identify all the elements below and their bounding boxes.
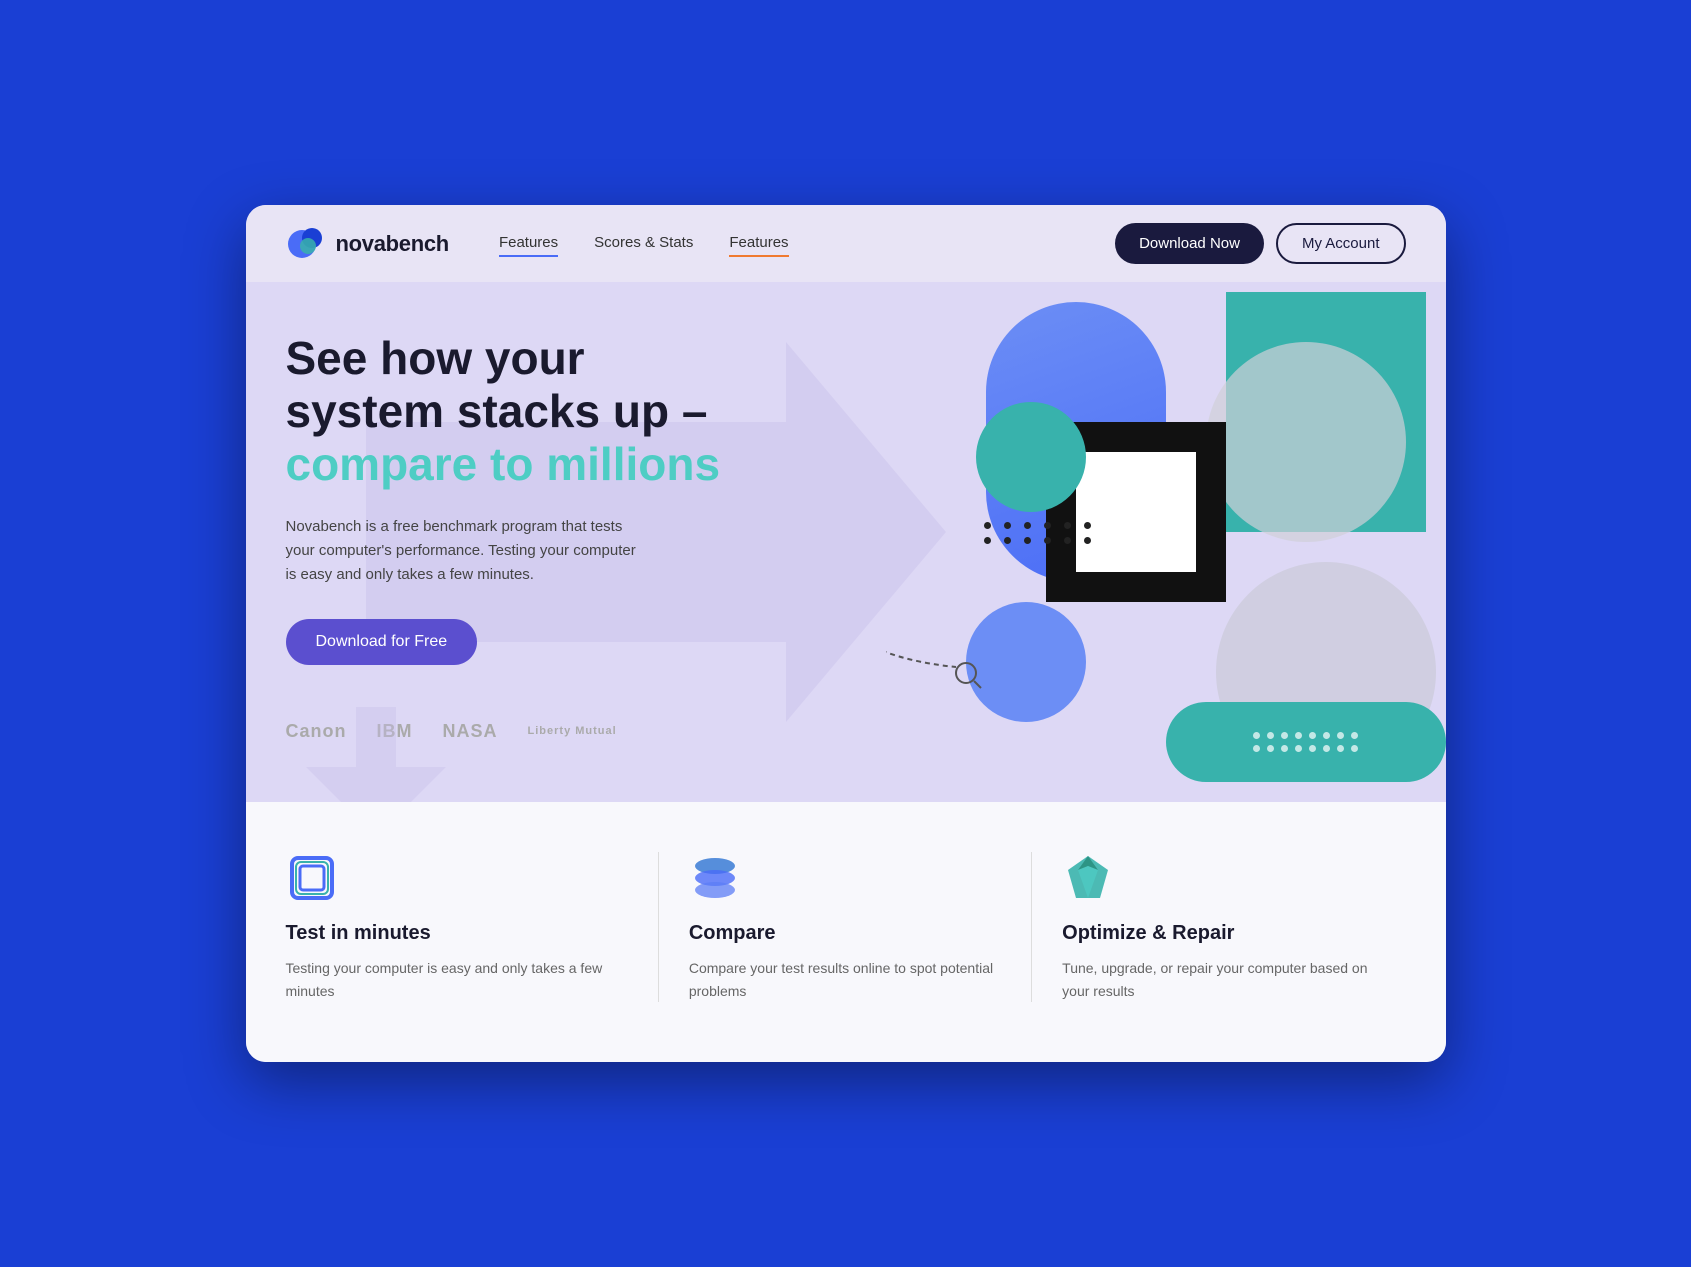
nav-link-scores[interactable]: Scores & Stats	[594, 234, 693, 254]
download-now-button[interactable]: Download Now	[1115, 223, 1264, 264]
hero-description: Novabench is a free benchmark program th…	[286, 515, 646, 587]
arrow-down-decoration	[306, 707, 446, 802]
gray-circle	[1206, 342, 1406, 542]
teal-pill	[1166, 702, 1446, 782]
hero-highlight: compare to millions	[286, 438, 786, 491]
navbar: novabench Features Scores & Stats Featur…	[246, 205, 1446, 282]
nav-buttons: Download Now My Account	[1115, 223, 1405, 264]
hero-section: See how your system stacks up – compare …	[246, 282, 1446, 802]
feature-compare-title: Compare	[689, 922, 1001, 945]
hero-content: See how your system stacks up – compare …	[286, 332, 786, 742]
feature-test: Test in minutes Testing your computer is…	[286, 852, 659, 1002]
nav-links: Features Scores & Stats Features	[499, 234, 1095, 254]
feature-optimize-title: Optimize & Repair	[1062, 922, 1375, 945]
compare-icon	[689, 852, 741, 904]
feature-optimize-desc: Tune, upgrade, or repair your computer b…	[1062, 957, 1375, 1002]
features-section: Test in minutes Testing your computer is…	[246, 802, 1446, 1062]
hero-title: See how your system stacks up – compare …	[286, 332, 786, 491]
liberty-mutual-logo: Liberty Mutual	[528, 725, 617, 737]
nav-link-features2[interactable]: Features	[729, 234, 788, 254]
test-icon	[286, 852, 338, 904]
optimize-icon	[1062, 852, 1114, 904]
feature-compare-desc: Compare your test results online to spot…	[689, 957, 1001, 1002]
feature-optimize: Optimize & Repair Tune, upgrade, or repa…	[1032, 852, 1405, 1002]
hero-shapes	[886, 282, 1446, 802]
logo-text: novabench	[336, 231, 449, 257]
download-free-button[interactable]: Download for Free	[286, 619, 478, 665]
feature-test-title: Test in minutes	[286, 922, 628, 945]
logo[interactable]: novabench	[286, 224, 449, 264]
nav-link-features1[interactable]: Features	[499, 234, 558, 254]
feature-test-desc: Testing your computer is easy and only t…	[286, 957, 628, 1002]
logo-icon	[286, 224, 326, 264]
dots-grid	[984, 522, 1096, 544]
nasa-logo: NASA	[443, 721, 498, 742]
browser-window: novabench Features Scores & Stats Featur…	[246, 205, 1446, 1062]
my-account-button[interactable]: My Account	[1276, 223, 1406, 264]
feature-compare: Compare Compare your test results online…	[659, 852, 1032, 1002]
teal-circle	[976, 402, 1086, 512]
